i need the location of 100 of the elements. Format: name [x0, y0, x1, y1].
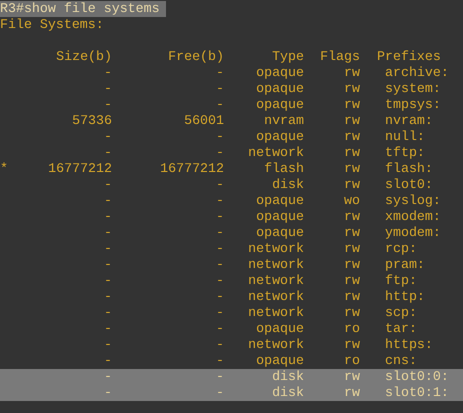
- table-cell: rw: [344, 209, 360, 225]
- table-cell: rw: [344, 241, 360, 257]
- table-cell: opaque: [256, 129, 304, 145]
- table-cell: -: [216, 273, 224, 289]
- table-cell: disk: [272, 177, 304, 193]
- table-cell: slot0:: [385, 177, 433, 193]
- table-cell: -: [216, 97, 224, 113]
- table-cell: cns:: [385, 353, 417, 369]
- table-cell: opaque: [256, 209, 304, 225]
- table-cell: 56001: [184, 113, 224, 129]
- table-cell: disk: [272, 385, 304, 401]
- table-cell: rw: [344, 257, 360, 273]
- table-cell: -: [216, 241, 224, 257]
- table-cell: null:: [385, 129, 425, 145]
- table-cell: rw: [344, 385, 360, 401]
- table-cell: opaque: [256, 65, 304, 81]
- table-cell: -: [104, 81, 112, 97]
- table-cell: -: [216, 193, 224, 209]
- table-cell: -: [104, 273, 112, 289]
- table-cell: 16777212: [160, 161, 224, 177]
- table-cell: -: [104, 65, 112, 81]
- table-cell: opaque: [256, 321, 304, 337]
- table-cell: slot0:0:: [385, 369, 449, 385]
- table-cell: -: [104, 321, 112, 337]
- table-cell: rw: [344, 113, 360, 129]
- column-header: Free(b): [167, 49, 224, 65]
- table-cell: -: [104, 369, 112, 385]
- table-cell: rw: [344, 65, 360, 81]
- table-cell: -: [104, 97, 112, 113]
- table-cell: -: [216, 129, 224, 145]
- table-cell: -: [104, 289, 112, 305]
- table-cell: tar:: [385, 321, 417, 337]
- table-cell: -: [216, 209, 224, 225]
- table-cell: 57336: [72, 113, 112, 129]
- column-header: Flags: [319, 49, 360, 65]
- table-cell: rw: [344, 97, 360, 113]
- table-cell: -: [104, 385, 112, 401]
- table-cell: network: [248, 289, 304, 305]
- table-cell: network: [248, 241, 304, 257]
- table-cell: -: [104, 145, 112, 161]
- table-cell: -: [216, 385, 224, 401]
- table-cell: -: [216, 337, 224, 353]
- table-cell: -: [216, 305, 224, 321]
- table-cell: syslog:: [385, 193, 441, 209]
- table-cell: network: [248, 337, 304, 353]
- table-cell: -: [104, 209, 112, 225]
- table-cell: network: [248, 305, 304, 321]
- table-cell: rw: [344, 81, 360, 97]
- table-cell: rw: [344, 337, 360, 353]
- table-cell: rw: [344, 177, 360, 193]
- table-cell: -: [216, 81, 224, 97]
- table-cell: https:: [385, 337, 433, 353]
- table-cell: opaque: [256, 81, 304, 97]
- table-cell: ymodem:: [385, 225, 441, 241]
- table-cell: ro: [344, 321, 360, 337]
- table-cell: system:: [385, 81, 441, 97]
- table-cell: disk: [272, 369, 304, 385]
- table-cell: opaque: [256, 353, 304, 369]
- table-cell: -: [216, 225, 224, 241]
- table-cell: rw: [344, 225, 360, 241]
- table-cell: nvram:: [385, 113, 433, 129]
- table-cell: rw: [344, 289, 360, 305]
- table-cell: -: [104, 305, 112, 321]
- table-cell: -: [216, 257, 224, 273]
- table-cell: -: [104, 257, 112, 273]
- heading: File Systems:: [0, 17, 104, 33]
- table-cell: tftp:: [385, 145, 425, 161]
- table-cell: http:: [385, 289, 425, 305]
- table-cell: slot0:1:: [385, 385, 449, 401]
- table-cell: rw: [344, 369, 360, 385]
- table-cell: rw: [344, 161, 360, 177]
- table-cell: -: [104, 177, 112, 193]
- table-cell: opaque: [256, 225, 304, 241]
- table-cell: flash: [264, 161, 304, 177]
- table-cell: flash:: [385, 161, 433, 177]
- table-cell: -: [216, 289, 224, 305]
- column-header: Prefixes: [376, 49, 441, 65]
- table-cell: -: [104, 337, 112, 353]
- table-cell: opaque: [256, 97, 304, 113]
- table-cell: 16777212: [48, 161, 112, 177]
- table-cell: -: [104, 129, 112, 145]
- table-cell: xmodem:: [385, 209, 441, 225]
- table-cell: -: [104, 225, 112, 241]
- table-cell: rcp:: [385, 241, 417, 257]
- table-cell: pram:: [385, 257, 425, 273]
- table-cell: -: [216, 321, 224, 337]
- table-cell: -: [104, 193, 112, 209]
- column-header: Type: [271, 49, 304, 65]
- table-cell: ftp:: [385, 273, 417, 289]
- table-cell: rw: [344, 129, 360, 145]
- table-cell: nvram: [264, 113, 304, 129]
- table-cell: network: [248, 273, 304, 289]
- table-cell: -: [104, 353, 112, 369]
- table-cell: -: [104, 241, 112, 257]
- default-marker: *: [0, 161, 8, 177]
- table-cell: -: [216, 353, 224, 369]
- table-cell: scp:: [385, 305, 417, 321]
- table-cell: ro: [344, 353, 360, 369]
- table-cell: -: [216, 369, 224, 385]
- table-cell: archive:: [385, 65, 449, 81]
